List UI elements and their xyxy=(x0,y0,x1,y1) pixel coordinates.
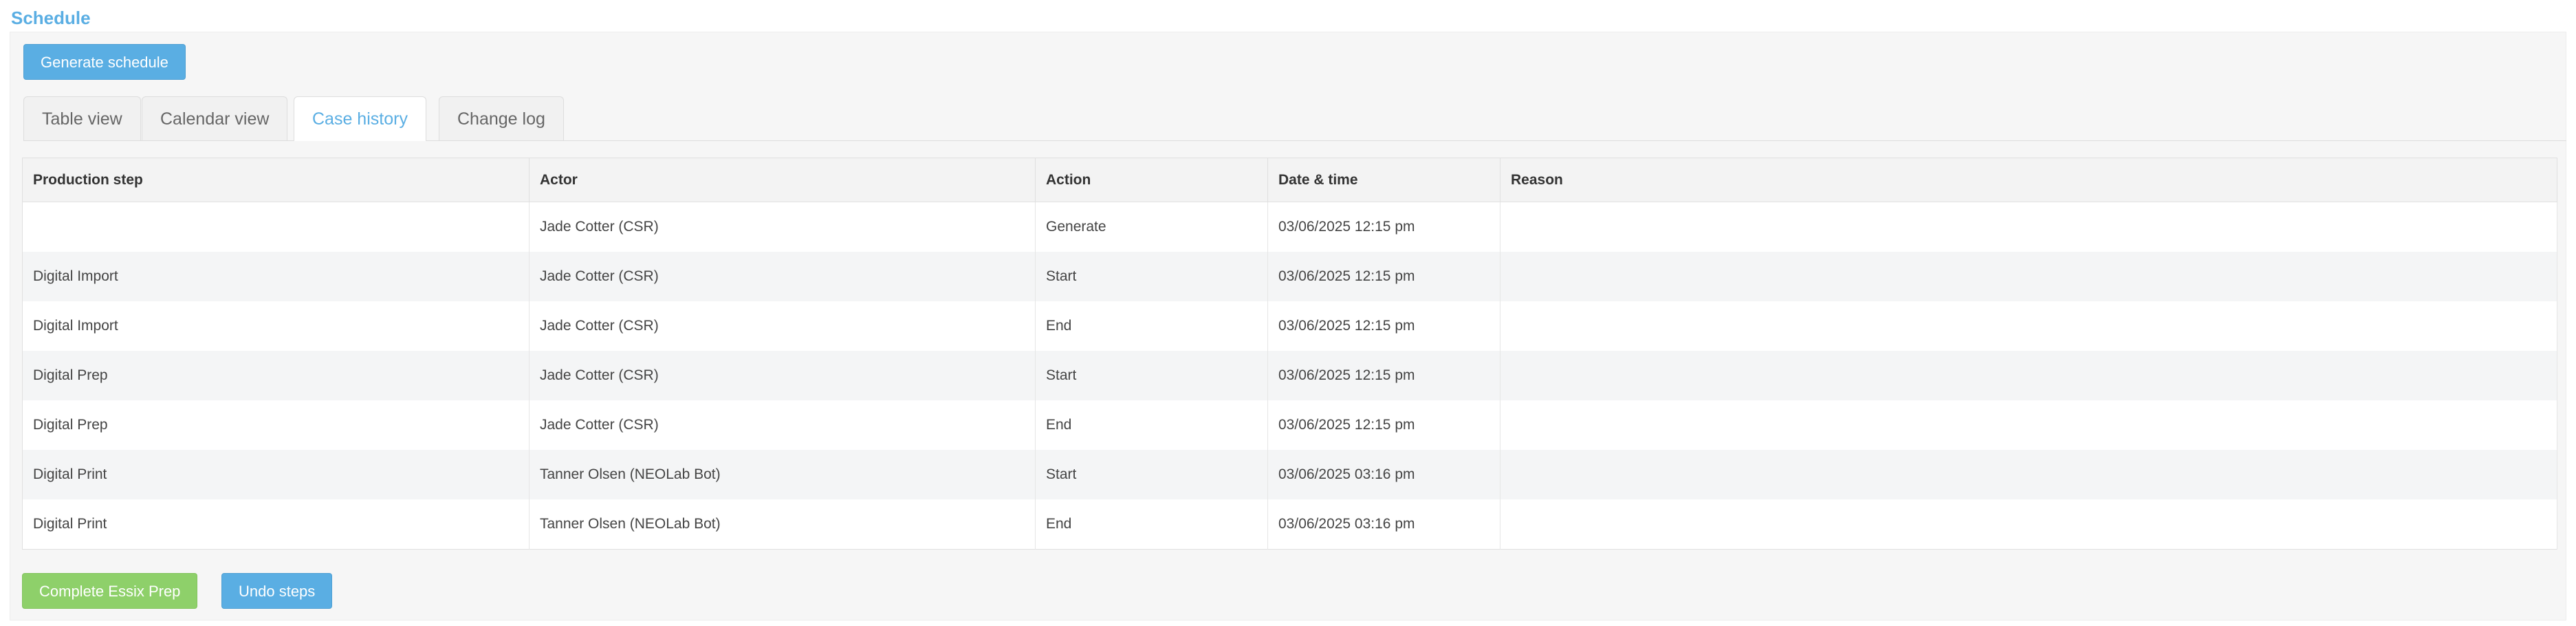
cell-actor: Jade Cotter (CSR) xyxy=(529,400,1036,450)
cell-action: Start xyxy=(1035,351,1268,400)
generate-schedule-button[interactable]: Generate schedule xyxy=(23,44,186,80)
cell-date-time: 03/06/2025 03:16 pm xyxy=(1267,499,1500,550)
table-row: Jade Cotter (CSR) Generate 03/06/2025 12… xyxy=(22,202,2557,252)
cell-date-time: 03/06/2025 12:15 pm xyxy=(1267,400,1500,450)
column-header-production-step: Production step xyxy=(22,158,530,202)
schedule-panel: Generate schedule Table view Calendar vi… xyxy=(10,32,2566,620)
table-row: Digital Import Jade Cotter (CSR) End 03/… xyxy=(22,301,2557,351)
cell-reason xyxy=(1500,252,2557,301)
cell-actor: Jade Cotter (CSR) xyxy=(529,202,1036,252)
table-header-row: Production step Actor Action Date & time… xyxy=(22,158,2557,202)
cell-actor: Jade Cotter (CSR) xyxy=(529,301,1036,351)
cell-production-step: Digital Prep xyxy=(22,400,530,450)
cell-reason xyxy=(1500,499,2557,550)
cell-production-step: Digital Print xyxy=(22,450,530,499)
column-header-date-time: Date & time xyxy=(1267,158,1500,202)
case-history-table: Production step Actor Action Date & time… xyxy=(22,158,2557,550)
table-row: Digital Print Tanner Olsen (NEOLab Bot) … xyxy=(22,499,2557,550)
cell-action: End xyxy=(1035,301,1268,351)
tab-table-view[interactable]: Table view xyxy=(23,96,141,140)
cell-reason xyxy=(1500,450,2557,499)
cell-production-step: Digital Print xyxy=(22,499,530,550)
cell-actor: Jade Cotter (CSR) xyxy=(529,252,1036,301)
column-header-reason: Reason xyxy=(1500,158,2557,202)
cell-date-time: 03/06/2025 12:15 pm xyxy=(1267,301,1500,351)
cell-production-step xyxy=(22,202,530,252)
cell-actor: Jade Cotter (CSR) xyxy=(529,351,1036,400)
cell-production-step: Digital Prep xyxy=(22,351,530,400)
cell-reason xyxy=(1500,351,2557,400)
cell-production-step: Digital Import xyxy=(22,301,530,351)
cell-action: Generate xyxy=(1035,202,1268,252)
cell-actor: Tanner Olsen (NEOLab Bot) xyxy=(529,499,1036,550)
table-row: Digital Print Tanner Olsen (NEOLab Bot) … xyxy=(22,450,2557,499)
table-row: Digital Prep Jade Cotter (CSR) Start 03/… xyxy=(22,351,2557,400)
cell-action: End xyxy=(1035,400,1268,450)
page-title: Schedule xyxy=(11,8,91,28)
cell-action: Start xyxy=(1035,450,1268,499)
complete-essix-prep-button[interactable]: Complete Essix Prep xyxy=(22,573,198,609)
cell-production-step: Digital Import xyxy=(22,252,530,301)
undo-steps-button[interactable]: Undo steps xyxy=(221,573,333,609)
cell-reason xyxy=(1500,301,2557,351)
cell-date-time: 03/06/2025 12:15 pm xyxy=(1267,202,1500,252)
cell-date-time: 03/06/2025 03:16 pm xyxy=(1267,450,1500,499)
tab-calendar-view[interactable]: Calendar view xyxy=(142,96,288,140)
cell-reason xyxy=(1500,400,2557,450)
table-row: Digital Prep Jade Cotter (CSR) End 03/06… xyxy=(22,400,2557,450)
cell-action: Start xyxy=(1035,252,1268,301)
view-tabs: Table view Calendar view Case history Ch… xyxy=(23,96,2566,141)
cell-date-time: 03/06/2025 12:15 pm xyxy=(1267,252,1500,301)
cell-reason xyxy=(1500,202,2557,252)
column-header-actor: Actor xyxy=(529,158,1036,202)
cell-actor: Tanner Olsen (NEOLab Bot) xyxy=(529,450,1036,499)
tab-change-log[interactable]: Change log xyxy=(439,96,564,140)
cell-action: End xyxy=(1035,499,1268,550)
column-header-action: Action xyxy=(1035,158,1268,202)
tab-case-history[interactable]: Case history xyxy=(294,96,426,141)
cell-date-time: 03/06/2025 12:15 pm xyxy=(1267,351,1500,400)
table-row: Digital Import Jade Cotter (CSR) Start 0… xyxy=(22,252,2557,301)
